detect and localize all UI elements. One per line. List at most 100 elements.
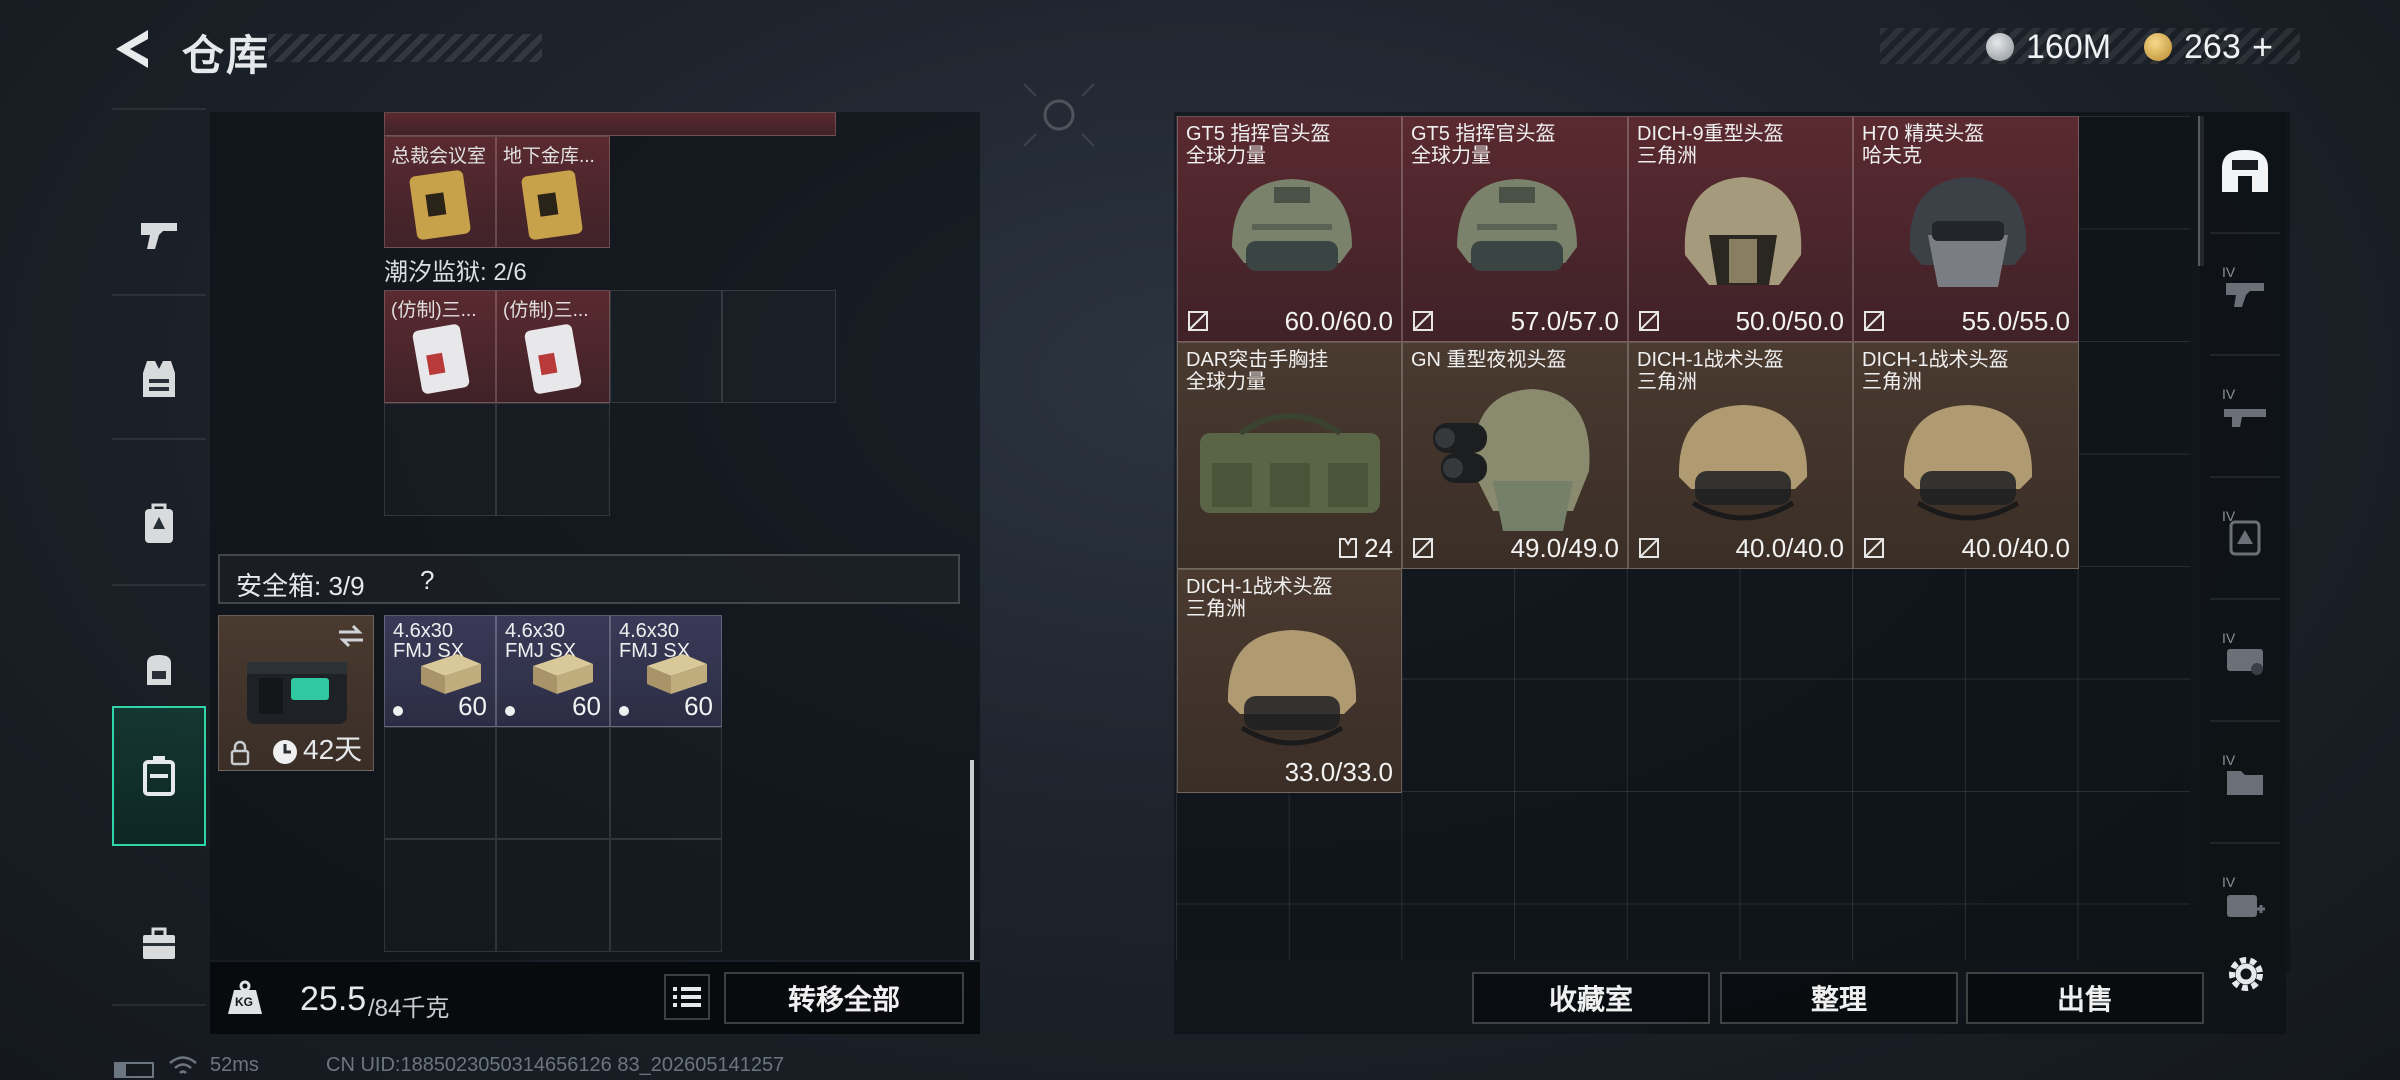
empty-slot[interactable] bbox=[496, 403, 610, 516]
empty-slot[interactable] bbox=[496, 727, 610, 839]
durability-icon bbox=[1864, 538, 1884, 558]
gold-keycard-icon bbox=[521, 170, 583, 240]
durability-icon bbox=[1413, 538, 1433, 558]
ammo-item[interactable]: 4.6x30 FMJ SX 60 bbox=[384, 615, 496, 727]
organize-button[interactable]: 整理 bbox=[1720, 972, 1958, 1024]
prison-keycard-item[interactable]: (仿制)三... bbox=[384, 290, 496, 403]
backpack-icon bbox=[145, 503, 173, 543]
nav-vests[interactable] bbox=[112, 314, 206, 444]
filter-tier4-guns[interactable]: IV bbox=[2200, 234, 2290, 352]
nav-toolbox[interactable] bbox=[112, 878, 206, 1008]
tactical-helmet-icon bbox=[1903, 405, 2033, 521]
keycard-item[interactable]: 总裁会议室 bbox=[384, 136, 496, 248]
silver-coin-icon bbox=[1986, 33, 2014, 61]
safe-box-container[interactable]: 42天 bbox=[218, 615, 374, 771]
empty-slot[interactable] bbox=[384, 727, 496, 839]
back-button[interactable] bbox=[108, 26, 156, 72]
safe-box-icon bbox=[143, 756, 175, 796]
elite-helmet-icon bbox=[1909, 177, 2027, 287]
gold-keycard-icon bbox=[409, 170, 471, 240]
white-keycard-icon bbox=[524, 324, 582, 394]
add-currency-button[interactable]: + bbox=[2252, 26, 2273, 68]
left-scrollbar[interactable] bbox=[970, 760, 974, 960]
helmet-item[interactable]: DICH-1战术头盔 三角洲 40.0/40.0 bbox=[1628, 342, 1853, 569]
filter-tier4-armor[interactable]: IV bbox=[2200, 478, 2290, 596]
tier4-rifle-icon bbox=[2224, 409, 2266, 427]
helmet-item[interactable]: DICH-1战术头盔 三角洲 33.0/33.0 bbox=[1177, 569, 1402, 793]
empty-slot[interactable] bbox=[610, 727, 722, 839]
silver-currency-value: 160M bbox=[2026, 28, 2112, 66]
empty-slot[interactable] bbox=[610, 839, 722, 952]
list-view-button[interactable] bbox=[664, 974, 710, 1020]
safe-box-header: 安全箱: 3/9 ? bbox=[218, 554, 960, 604]
empty-slot[interactable] bbox=[384, 403, 496, 516]
wifi-icon bbox=[169, 1056, 197, 1074]
sell-button[interactable]: 出售 bbox=[1966, 972, 2204, 1024]
helmet-tab-icon bbox=[2222, 150, 2268, 192]
ping-text: 52ms bbox=[210, 1054, 259, 1076]
helmet-item[interactable]: GT5 指挥官头盔 全球力量 60.0/60.0 bbox=[1177, 116, 1402, 342]
keycard-item[interactable]: 地下金库... bbox=[496, 136, 610, 248]
clock-icon bbox=[273, 740, 297, 764]
durability-icon bbox=[1639, 311, 1659, 331]
tactical-helmet-icon bbox=[1227, 630, 1357, 746]
night-vision-helmet-icon bbox=[1433, 389, 1590, 531]
ammo-dot-icon bbox=[505, 706, 515, 716]
helmet-item[interactable]: DICH-9重型头盔 三角洲 50.0/50.0 bbox=[1628, 116, 1853, 342]
help-icon[interactable]: ? bbox=[420, 565, 434, 596]
durability-icon bbox=[1188, 311, 1208, 331]
ammo-item[interactable]: 4.6x30 FMJ SX 60 bbox=[610, 615, 722, 727]
tier4-medkit-icon bbox=[2227, 895, 2265, 917]
lock-icon bbox=[230, 740, 250, 766]
filter-tier4-keys[interactable]: IV bbox=[2200, 600, 2290, 718]
list-icon bbox=[673, 987, 701, 1007]
nav-weapons[interactable] bbox=[112, 168, 206, 298]
helmet-item[interactable]: H70 精英头盔 哈夫克 55.0/55.0 bbox=[1853, 116, 2079, 342]
toolbox-icon bbox=[143, 927, 175, 959]
tactical-helmet-icon bbox=[1457, 179, 1577, 271]
safe-box-label: 安全箱: 3/9 bbox=[236, 571, 365, 601]
collection-room-button[interactable]: 收藏室 bbox=[1472, 972, 1710, 1024]
title-decoration bbox=[268, 34, 542, 62]
partial-item-row[interactable] bbox=[384, 112, 836, 136]
gun-icon bbox=[141, 223, 177, 249]
weight-icon: KG bbox=[226, 980, 264, 1016]
settings-gear-icon[interactable] bbox=[2224, 952, 2268, 996]
chest-rig-item[interactable]: DAR突击手胸挂 全球力量 24 bbox=[1177, 342, 1402, 569]
white-keycard-icon bbox=[412, 324, 470, 394]
tier4-key-icon bbox=[2227, 649, 2263, 675]
prison-keycard-item[interactable]: (仿制)三... bbox=[496, 290, 610, 403]
bag-icon bbox=[147, 655, 171, 685]
helmet-item[interactable]: DICH-1战术头盔 三角洲 40.0/40.0 bbox=[1853, 342, 2079, 569]
nav-safe-box[interactable] bbox=[112, 706, 206, 846]
page-title: 仓库 bbox=[182, 32, 271, 79]
safe-case-icon bbox=[247, 662, 347, 724]
heavy-helmet-icon bbox=[1684, 177, 1802, 285]
filter-tier4-rifles[interactable]: IV bbox=[2200, 356, 2290, 474]
gold-currency-value: 263 bbox=[2184, 28, 2241, 66]
empty-slot[interactable] bbox=[496, 839, 610, 952]
filter-tier4-folders[interactable]: IV bbox=[2200, 722, 2290, 840]
transfer-all-button[interactable]: 转移全部 bbox=[724, 972, 964, 1024]
empty-slot[interactable] bbox=[384, 839, 496, 952]
uid-text: CN UID:1885023050314656126 83_2026051412… bbox=[326, 1054, 785, 1076]
ammo-item[interactable]: 4.6x30 FMJ SX 60 bbox=[496, 615, 610, 727]
safe-box-duration: 42天 bbox=[303, 734, 363, 765]
left-category-nav bbox=[112, 108, 206, 1008]
filter-helmets[interactable] bbox=[2200, 112, 2290, 230]
durability-icon bbox=[1864, 311, 1884, 331]
weight-max: /84千克 bbox=[368, 995, 450, 1022]
tactical-helmet-icon bbox=[1678, 405, 1808, 521]
empty-slot[interactable] bbox=[610, 290, 722, 403]
helmet-item[interactable]: GN 重型夜视头盔 49.0/49.0 bbox=[1402, 342, 1628, 569]
filter-tier4-medical[interactable]: IV bbox=[2200, 844, 2290, 962]
capacity-icon bbox=[1339, 538, 1357, 558]
helmet-item[interactable]: GT5 指挥官头盔 全球力量 57.0/57.0 bbox=[1402, 116, 1628, 342]
nav-backpacks[interactable] bbox=[112, 458, 206, 588]
right-filter-nav: IV IV IV IV IV IV bbox=[2200, 112, 2290, 972]
durability-icon bbox=[1639, 538, 1659, 558]
empty-slot[interactable] bbox=[722, 290, 836, 403]
swap-icon[interactable] bbox=[337, 624, 365, 648]
gold-coin-icon bbox=[2144, 33, 2172, 61]
battery-icon bbox=[114, 1062, 154, 1078]
